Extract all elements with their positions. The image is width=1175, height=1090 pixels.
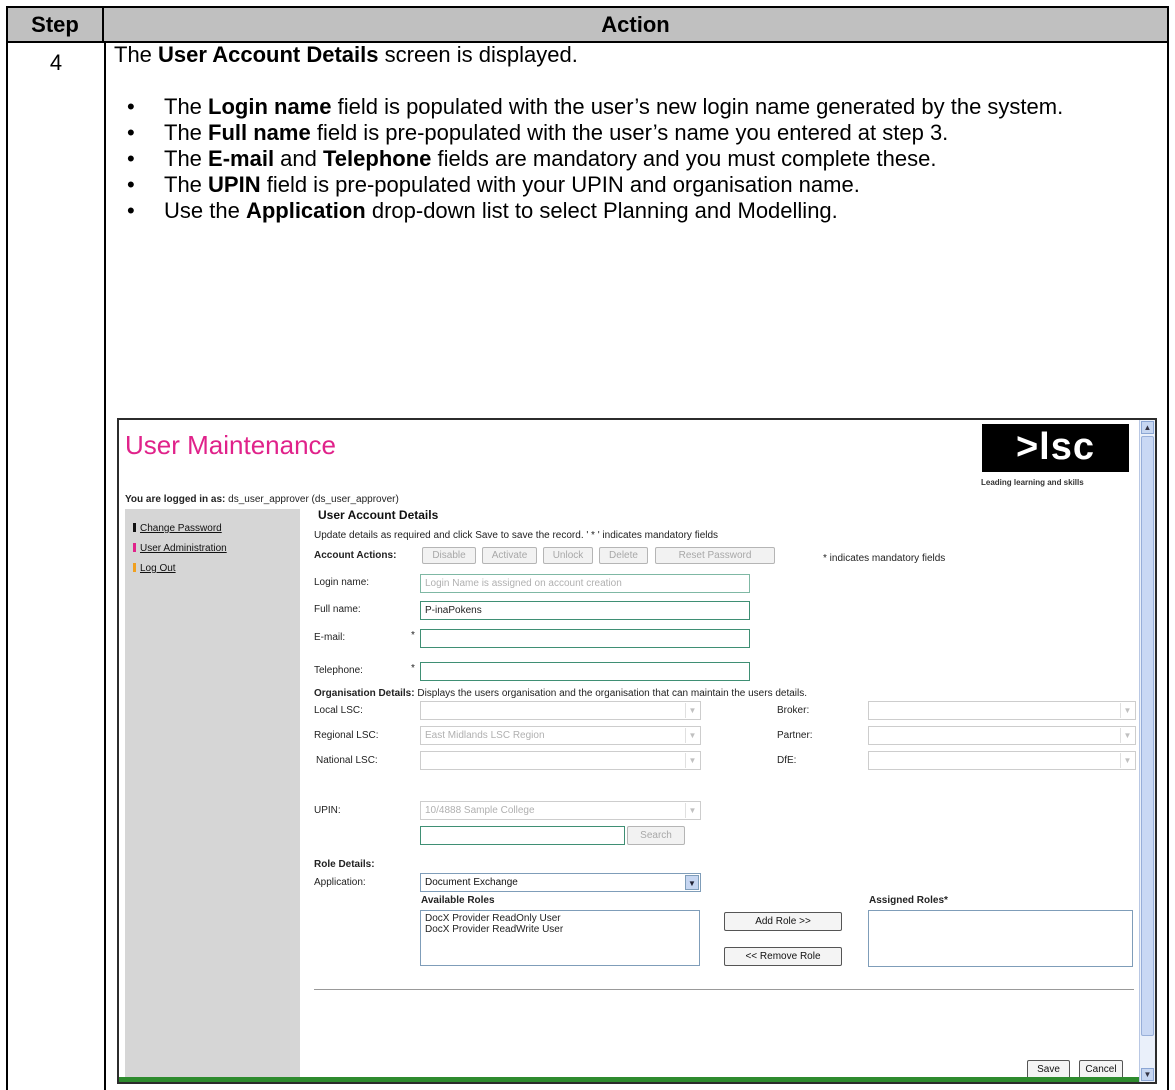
chevron-down-icon: ▼ <box>1120 703 1134 718</box>
regional-lsc-label: Regional LSC: <box>314 730 379 741</box>
telephone-label: Telephone: <box>314 665 363 676</box>
step-number: 4 <box>49 50 63 75</box>
search-button[interactable]: Search <box>627 826 685 845</box>
chevron-down-icon: ▼ <box>685 875 699 890</box>
status-bar <box>119 1077 1143 1082</box>
delete-button[interactable]: Delete <box>599 547 648 564</box>
table-header-row: Step Action <box>8 8 1167 43</box>
logged-in-as: You are logged in as: ds_user_approver (… <box>125 494 399 505</box>
disable-button[interactable]: Disable <box>422 547 476 564</box>
section-title: User Account Details <box>318 508 439 522</box>
assigned-roles-list[interactable] <box>868 910 1133 967</box>
logo-tagline: Leading learning and skills <box>981 478 1084 487</box>
full-name-label: Full name: <box>314 604 361 615</box>
chevron-down-icon: ▼ <box>1120 753 1134 768</box>
chevron-down-icon: ▼ <box>685 728 699 743</box>
list-item: • The UPIN field is pre-populated with yo… <box>127 172 860 197</box>
scroll-up-icon[interactable]: ▲ <box>1141 421 1154 434</box>
available-roles-list[interactable]: DocX Provider ReadOnly User DocX Provide… <box>420 910 700 966</box>
national-lsc-label: National LSC: <box>316 755 378 766</box>
list-item[interactable]: DocX Provider ReadOnly User <box>425 913 695 924</box>
full-name-field[interactable]: P-inaPokens <box>420 601 750 620</box>
chevron-down-icon: ▼ <box>685 753 699 768</box>
bullet-marker-icon <box>133 563 136 572</box>
account-actions-label: Account Actions: <box>314 550 397 561</box>
role-details-heading: Role Details: <box>314 859 375 870</box>
email-label: E-mail: <box>314 632 346 643</box>
header-action: Action <box>601 12 670 37</box>
mandatory-note: * indicates mandatory fields <box>823 553 946 564</box>
chevron-down-icon: ▼ <box>685 803 699 818</box>
scrollbar-thumb[interactable] <box>1141 436 1154 1036</box>
instruction-list: • The Login name field is populated with … <box>114 94 1154 224</box>
chevron-down-icon: ▼ <box>685 703 699 718</box>
unlock-button[interactable]: Unlock <box>543 547 593 564</box>
list-item: • Use the Application drop-down list to s… <box>127 198 838 223</box>
upin-search-field[interactable] <box>420 826 625 845</box>
upin-select[interactable]: 10/4888 Sample College ▼ <box>420 801 701 820</box>
list-item: • The Login name field is populated with … <box>127 94 1064 119</box>
dfe-select[interactable]: ▼ <box>868 751 1136 770</box>
local-lsc-select[interactable]: ▼ <box>420 701 701 720</box>
assigned-roles-label: Assigned Roles* <box>869 895 948 906</box>
bullet-marker-icon <box>133 523 136 532</box>
user-maintenance-screenshot: User Maintenance >lsc Leading learning a… <box>117 418 1157 1084</box>
regional-lsc-select[interactable]: East Midlands LSC Region ▼ <box>420 726 701 745</box>
email-required-asterisk: * <box>411 630 415 641</box>
reset-password-button[interactable]: Reset Password <box>655 547 775 564</box>
login-name-field[interactable]: Login Name is assigned on account creati… <box>420 574 750 593</box>
lsc-logo: >lsc <box>982 424 1129 472</box>
dfe-label: DfE: <box>777 755 797 766</box>
add-role-button[interactable]: Add Role >> <box>724 912 842 931</box>
application-select[interactable]: Document Exchange ▼ <box>420 873 701 892</box>
remove-role-button[interactable]: << Remove Role <box>724 947 842 966</box>
vertical-scrollbar[interactable]: ▲ ▼ <box>1139 420 1155 1082</box>
available-roles-label: Available Roles <box>421 895 495 906</box>
sidebar-item-change-password[interactable]: Change Password <box>133 523 222 534</box>
application-label: Application: <box>314 877 366 888</box>
partner-select[interactable]: ▼ <box>868 726 1136 745</box>
activate-button[interactable]: Activate <box>482 547 537 564</box>
partner-label: Partner: <box>777 730 813 741</box>
sidebar-item-log-out[interactable]: Log Out <box>133 563 176 574</box>
national-lsc-select[interactable]: ▼ <box>420 751 701 770</box>
upin-label: UPIN: <box>314 805 341 816</box>
telephone-field[interactable] <box>420 662 750 681</box>
app-title: User Maintenance <box>125 430 336 460</box>
scroll-down-icon[interactable]: ▼ <box>1141 1068 1154 1081</box>
header-step: Step <box>8 8 104 41</box>
login-name-label: Login name: <box>314 577 370 588</box>
broker-label: Broker: <box>777 705 810 716</box>
sidebar: Change Password User Administration Log … <box>125 509 300 1082</box>
list-item[interactable]: DocX Provider ReadWrite User <box>425 924 695 935</box>
broker-select[interactable]: ▼ <box>868 701 1136 720</box>
chevron-down-icon: ▼ <box>1120 728 1134 743</box>
bullet-marker-icon <box>133 543 136 552</box>
divider <box>314 989 1134 990</box>
organisation-details-heading: Organisation Details: Displays the users… <box>314 688 808 699</box>
local-lsc-label: Local LSC: <box>314 705 363 716</box>
list-item: • The Full name field is pre-populated wi… <box>127 120 949 145</box>
intro-text: The User Account Details screen is displ… <box>114 42 578 67</box>
list-item: • The E-mail and Telephone fields are man… <box>127 146 937 171</box>
telephone-required-asterisk: * <box>411 663 415 674</box>
column-divider <box>104 43 106 1090</box>
sidebar-item-user-administration[interactable]: User Administration <box>133 543 227 554</box>
action-content: The User Account Details screen is displ… <box>114 42 1154 224</box>
email-field[interactable] <box>420 629 750 648</box>
update-instructions: Update details as required and click Sav… <box>314 530 719 541</box>
